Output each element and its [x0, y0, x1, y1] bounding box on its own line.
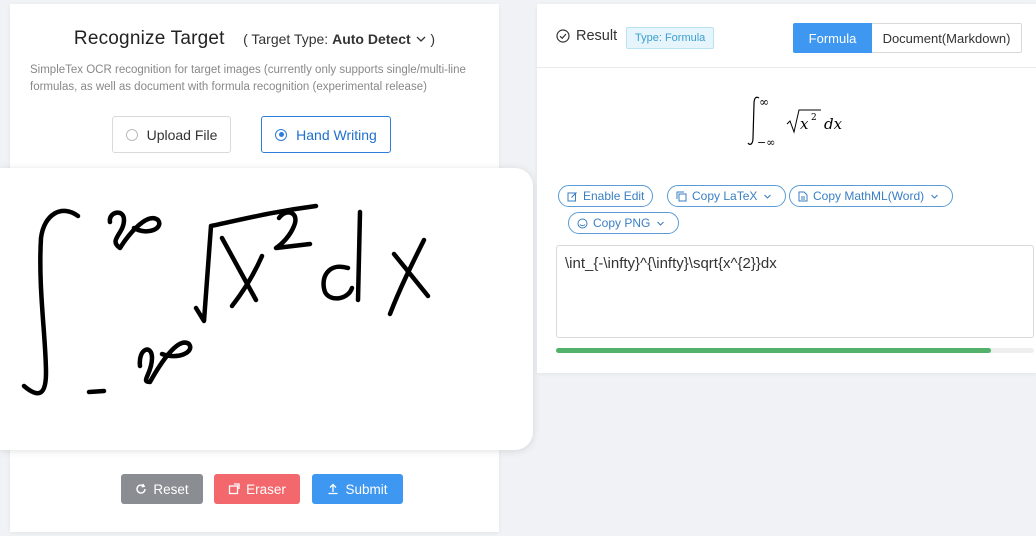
handwriting-strokes [21, 203, 431, 396]
refresh-icon [136, 483, 147, 494]
target-type-select[interactable]: ( Target Type: Auto Detect ) [243, 31, 435, 47]
image-icon [577, 218, 588, 228]
result-header: Result [556, 28, 617, 44]
eraser-label: Eraser [246, 481, 286, 497]
copy-png-label: Copy PNG [593, 216, 651, 230]
copy-png-button[interactable]: Copy PNG [568, 212, 680, 234]
copy-icon [676, 191, 687, 201]
result-format-tabs: Formula Document(Markdown) [793, 23, 1022, 53]
result-panel: Result Type: Formula Formula Document(Ma… [537, 4, 1036, 373]
upload-file-label: Upload File [146, 126, 218, 143]
recognize-header: Recognize Target ( Target Type: Auto Det… [10, 28, 499, 50]
enable-edit-button[interactable]: Enable Edit [558, 185, 654, 207]
upload-file-option[interactable]: Upload File [112, 116, 231, 153]
eraser-icon [228, 483, 240, 495]
result-title: Result [576, 28, 618, 44]
recognize-description: SimpleTex OCR recognition for target ima… [30, 64, 466, 93]
target-type-value: Auto Detect [332, 31, 411, 47]
copy-latex-label: Copy LaTeX [692, 189, 758, 203]
confidence-progress-fill [556, 348, 991, 353]
copy-mathml-label: Copy MathML(Word) [813, 189, 925, 203]
result-type-badge: Type: Formula [626, 27, 715, 49]
chevron-down-icon [657, 221, 665, 226]
submit-label: Submit [345, 481, 388, 497]
eraser-button[interactable]: Eraser [214, 474, 300, 504]
header-divider [537, 67, 1036, 68]
confidence-progress-bar [556, 348, 1034, 353]
edit-icon [567, 191, 577, 201]
target-type-prefix: ( Target Type: [243, 31, 333, 47]
hand-writing-label: Hand Writing [296, 126, 377, 143]
radio-upload[interactable] [125, 128, 138, 141]
reset-button[interactable]: Reset [121, 474, 203, 504]
latex-output[interactable]: \int_{-\infty}^{\infty}\sqrt{x^{2}}dx [556, 245, 1034, 338]
enable-edit-label: Enable Edit [583, 189, 645, 203]
copy-mathml-button[interactable]: Copy MathML(Word) [789, 185, 954, 207]
chevron-down-icon [764, 194, 772, 199]
submit-button[interactable]: Submit [312, 474, 403, 504]
hand-writing-option[interactable]: Hand Writing [261, 116, 391, 153]
tab-document-markdown[interactable]: Document(Markdown) [872, 23, 1022, 53]
reset-label: Reset [153, 481, 189, 497]
formula-differential: dx [824, 115, 843, 133]
formula-exponent: 2 [811, 113, 817, 123]
chevron-down-icon [931, 194, 939, 199]
target-type-suffix: ) [430, 31, 436, 47]
check-circle-icon [556, 29, 570, 43]
recognize-title: Recognize Target [73, 28, 225, 49]
chevron-down-icon [416, 36, 425, 42]
rendered-formula: ∞ −∞ x 2 dx [747, 95, 843, 149]
handwriting-canvas[interactable] [0, 168, 533, 450]
upload-icon [328, 483, 338, 495]
formula-base: x [800, 115, 809, 133]
tab-formula[interactable]: Formula [793, 23, 872, 53]
copy-latex-button[interactable]: Copy LaTeX [667, 185, 787, 207]
radio-hand-writing[interactable] [275, 128, 288, 141]
formula-lower-limit: −∞ [757, 136, 775, 149]
formula-upper-limit: ∞ [759, 95, 769, 109]
app-root: Recognize Target ( Target Type: Auto Det… [0, 0, 1036, 536]
document-icon [798, 191, 808, 201]
